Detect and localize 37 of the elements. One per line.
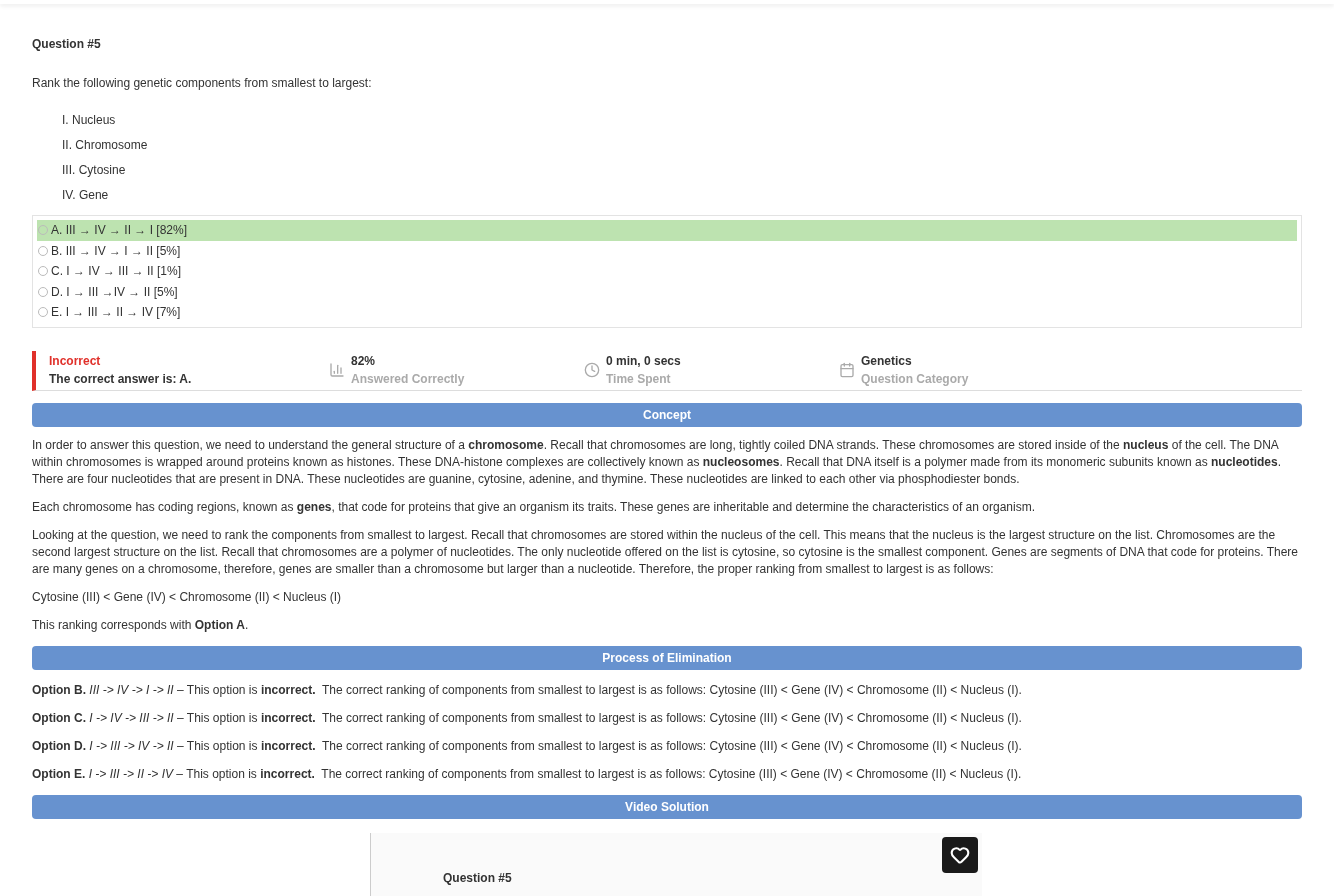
elimination-paragraph: Option E. I -> III -> II -> IV – This option is incorrect. The correct ranking of components from smallest to largest is as follows: Cytosine (III) < Gene (IV) < Chromosome (II) < Nucleus (I).: [32, 765, 1023, 783]
list-item: IV. Gene: [62, 187, 110, 203]
list-item: I. Nucleus: [62, 112, 117, 128]
elimination-paragraph: Option D. I -> III -> IV -> II – This option is incorrect. The correct ranking of components from smallest to largest is as follows: Cytosine (III) < Gene (IV) < Chromosome (II) < Nucleus (I).: [32, 737, 1023, 755]
stat-value: Genetics: [861, 353, 913, 370]
video-question-title: Question #5: [443, 869, 513, 887]
explanation-paragraph: This ranking corresponds with Option A.: [32, 616, 250, 634]
calendar-icon: [839, 362, 855, 378]
list-item: III. Cytosine: [62, 162, 127, 178]
elimination-paragraph: Option B. III -> IV -> I -> II – This option is incorrect. The correct ranking of components from smallest to largest is as follows: Cytosine (III) < Gene (IV) < Chromosome (II) < Nucleus (I).: [32, 681, 1023, 699]
explanation-paragraph: Looking at the question, we need to rank the components from smallest to largest. Recall that chromosomes are stored within the nucleus of the cell. This means that the nucleus is the largest structure on the list. Chromosomes are the second largest structure on the list. Recall that chromosomes are a polymer of nucleotides. The only nucleotide offered on the list is cytosine, so cytosine is the smallest component. Genes are segments of DNA that code for proteins. There are many genes on a chromosome, therefore, genes are smaller than a chromosome but larger than a nucleotide. Therefore, the proper ranking from smallest to largest is as follows:: [32, 526, 1299, 578]
stat-value: 82%: [351, 353, 377, 370]
answer-choice[interactable]: E. I → III → II → IV [7%]: [37, 302, 1297, 323]
explanation-paragraph: Cytosine (III) < Gene (IV) < Chromosome (II) < Nucleus (I): [32, 588, 343, 606]
question-prompt: Rank the following genetic components from smallest to largest:: [32, 75, 373, 92]
explanation-paragraph: Each chromosome has coding regions, known as genes, that code for proteins that give an organism its traits. These genes are inheritable and determine the characteristics of an organism.: [32, 498, 1036, 516]
stat-value: 0 min, 0 secs: [606, 353, 681, 370]
bar-chart-icon: [329, 362, 345, 378]
stat-label: Answered Correctly: [351, 371, 465, 388]
result-status: Incorrect: [49, 353, 102, 370]
answer-choice[interactable]: D. I → III →IV → II [5%]: [37, 281, 1297, 302]
favorite-button[interactable]: [942, 836, 978, 873]
answer-choice[interactable]: A. III → IV → II → I [82%]: [37, 220, 1297, 241]
heart-icon: [950, 844, 970, 865]
section-header: Video Solution: [32, 794, 1302, 819]
list-item: II. Chromosome: [62, 137, 149, 153]
answer-choice[interactable]: B. III → IV → I → II [5%]: [37, 240, 1297, 261]
section-header: Concept: [32, 402, 1302, 427]
answer-choice[interactable]: C. I → IV → III → II [1%]: [37, 261, 1297, 282]
correct-answer: The correct answer is: A.: [49, 371, 193, 388]
clock-icon: [584, 362, 600, 378]
elimination-paragraph: Option C. I -> IV -> III -> II – This option is incorrect. The correct ranking of components from smallest to largest is as follows: Cytosine (III) < Gene (IV) < Chromosome (II) < Nucleus (I).: [32, 709, 1023, 727]
section-header: Process of Elimination: [32, 645, 1302, 670]
stat-label: Time Spent: [606, 371, 672, 388]
question-title: Question #5: [32, 36, 102, 53]
explanation-paragraph: In order to answer this question, we need to understand the general structure of a chromosome. Recall that chromosomes are long, tightly coiled DNA strands. These chromosomes are stored inside of the nucleus of the cell. The DNA within chromosomes is wrapped around proteins known as histones. These DNA-histone complexes are collectively known as nucleosomes. Recall that DNA itself is a polymer made from its monomeric subunits known as nucleotides. There are four nucleotides that are present in DNA. These nucleotides are guanine, cytosine, adenine, and thymine. These nucleotides are linked to each other via phosphodiester bonds.: [32, 436, 1282, 488]
stat-label: Question Category: [861, 371, 969, 388]
